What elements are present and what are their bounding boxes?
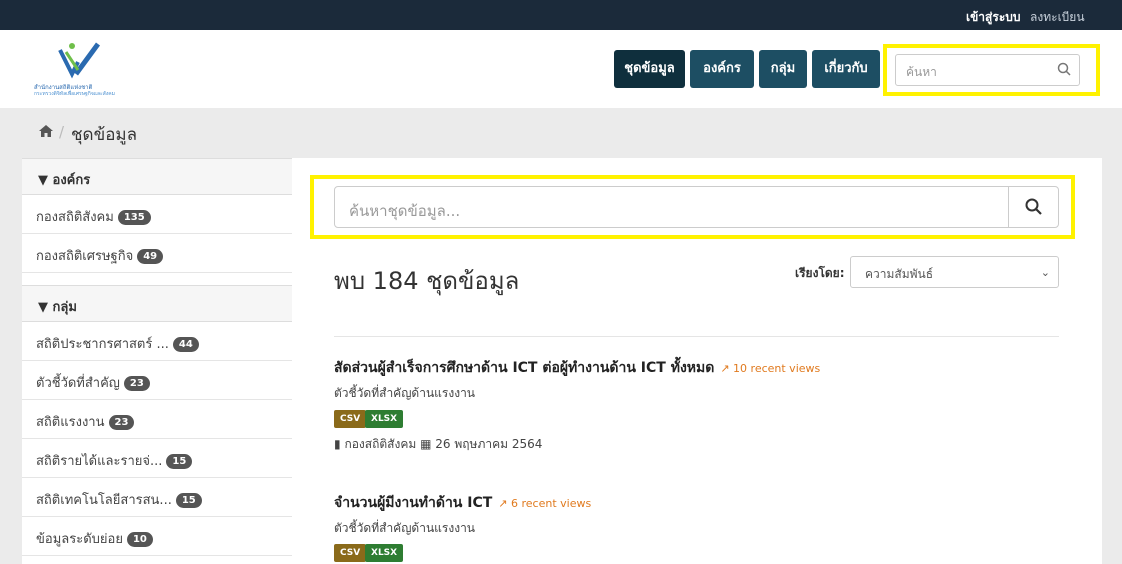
login-link[interactable]: เข้าสู่ระบบ — [966, 8, 1021, 27]
facet-item-label: ตัวชี้วัดที่สำคัญ — [36, 376, 120, 391]
home-icon[interactable] — [38, 124, 54, 138]
count-badge: 15 — [166, 454, 193, 469]
nav-dataset[interactable]: ชุดข้อมูล — [614, 50, 685, 88]
top-utility-bar: เข้าสู่ระบบ ลงทะเบียน — [0, 0, 1122, 30]
facet-item-label: สถิติประชากรศาสตร์ ... — [36, 337, 169, 352]
dataset-description: ตัวชี้วัดที่สำคัญด้านแรงงาน — [334, 521, 476, 535]
facet-item-label: สถิติเทคโนโลยีสารสน... — [36, 493, 172, 508]
dataset-title: สัดส่วนผู้สำเร็จการศึกษาด้าน ICT ต่อผู้ท… — [334, 360, 715, 376]
trend-icon: ↗ — [720, 362, 730, 375]
count-badge: 15 — [175, 493, 202, 508]
divider — [334, 336, 1059, 337]
facet-item-group[interactable]: สถิติเทคโนโลยีสารสน... 15 — [22, 478, 292, 517]
facet-title: กลุ่ม — [52, 300, 77, 315]
count-badge: 49 — [137, 249, 164, 264]
filter-icon: ▼ — [38, 173, 48, 188]
facet-item-org[interactable]: กองสถิติสังคม 135 — [22, 195, 292, 234]
count-badge: 10 — [126, 532, 153, 547]
dataset-search-placeholder: ค้นหาชุดข้อมูล... — [349, 202, 461, 220]
facet-item-org[interactable]: กองสถิติเศรษฐกิจ 49 — [22, 234, 292, 273]
format-badge-xlsx[interactable]: XLSX — [365, 410, 404, 428]
facet-item-group[interactable]: สถิติรายได้และรายจ่... 15 — [22, 439, 292, 478]
facet-item-label: สถิติแรงงาน — [36, 415, 105, 430]
chevron-down-icon: ⌄ — [1040, 266, 1050, 279]
facet-header-group: ▼ กลุ่ม — [22, 285, 292, 322]
breadcrumb-separator: / — [59, 123, 65, 141]
dataset-date: 26 พฤษภาคม 2564 — [435, 437, 543, 451]
facet-header-organization: ▼ องค์กร — [22, 158, 292, 195]
count-badge: 44 — [172, 337, 199, 352]
building-icon: ▮ — [334, 437, 341, 451]
sort-label: เรียงโดย: — [795, 266, 845, 280]
search-icon — [1025, 198, 1042, 215]
facet-item-group[interactable]: ตัวชี้วัดที่สำคัญ 23 — [22, 361, 292, 400]
facet-item-group[interactable]: สถิติประชากรศาสตร์ ... 44 — [22, 322, 292, 361]
facet-item-label: ข้อมูลระดับย่อย — [36, 532, 123, 547]
count-badge: 135 — [117, 210, 151, 225]
format-badge-csv[interactable]: CSV — [334, 410, 367, 428]
facet-item-label: สถิติรายได้และรายจ่... — [36, 454, 163, 469]
dataset-search-input[interactable]: ค้นหาชุดข้อมูล... — [334, 186, 1059, 228]
nav-about[interactable]: เกี่ยวกับ — [812, 50, 880, 88]
search-icon[interactable] — [1057, 62, 1071, 76]
nav-group[interactable]: กลุ่ม — [759, 50, 807, 88]
facet-item-label: กองสถิติเศรษฐกิจ — [36, 249, 134, 264]
dataset-description: ตัวชี้วัดที่สำคัญด้านแรงงาน — [334, 386, 476, 400]
format-badge-xlsx[interactable]: XLSX — [365, 544, 404, 562]
calendar-icon: ▦ — [420, 437, 432, 451]
dataset-title: จำนวนผู้มีงานทำด้าน ICT — [334, 495, 493, 511]
trend-icon: ↗ — [498, 497, 508, 510]
recent-views: 10 recent views — [733, 362, 821, 375]
facet-item-group[interactable]: สถิติแรงงาน 23 — [22, 400, 292, 439]
facet-item-group[interactable]: ข้อมูลระดับย่อย 10 — [22, 517, 292, 556]
nav-organization[interactable]: องค์กร — [690, 50, 754, 88]
logo-subtext: กระทรวงดิจิทัลเพื่อเศรษฐกิจและสังคม — [34, 91, 115, 97]
count-badge: 23 — [123, 376, 150, 391]
count-badge: 23 — [108, 415, 135, 430]
dataset-meta: ▮ กองสถิติสังคม ▦ 26 พฤษภาคม 2564 — [334, 435, 542, 454]
breadcrumb-current: ชุดข้อมูล — [71, 125, 138, 145]
recent-views: 6 recent views — [511, 497, 592, 510]
site-logo[interactable]: สำนักงานสถิติแห่งชาติ กระทรวงดิจิทัลเพื่… — [34, 40, 134, 97]
search-button[interactable] — [1008, 187, 1058, 227]
register-link[interactable]: ลงทะเบียน — [1030, 8, 1085, 27]
sort-select[interactable]: ความสัมพันธ์ ⌄ — [850, 256, 1059, 288]
sidebar: ▼ องค์กร กองสถิติสังคม 135 กองสถิติเศรษฐก… — [22, 158, 292, 564]
header-search-placeholder: ค้นหา — [906, 65, 937, 79]
format-badge-csv[interactable]: CSV — [334, 544, 367, 562]
logo-mark-icon — [58, 42, 101, 79]
dataset-title-link[interactable]: จำนวนผู้มีงานทำด้าน ICT ↗ 6 recent views — [334, 492, 591, 514]
filter-icon: ▼ — [38, 300, 48, 315]
facet-item-label: กองสถิติสังคม — [36, 210, 114, 225]
dataset-title-link[interactable]: สัดส่วนผู้สำเร็จการศึกษาด้าน ICT ต่อผู้ท… — [334, 357, 820, 379]
result-count: พบ 184 ชุดข้อมูล — [334, 267, 520, 295]
header-search-input[interactable]: ค้นหา — [895, 54, 1080, 86]
dataset-org: กองสถิติสังคม — [344, 437, 417, 451]
sort-select-value: ความสัมพันธ์ — [865, 267, 934, 281]
facet-title: องค์กร — [52, 173, 91, 188]
